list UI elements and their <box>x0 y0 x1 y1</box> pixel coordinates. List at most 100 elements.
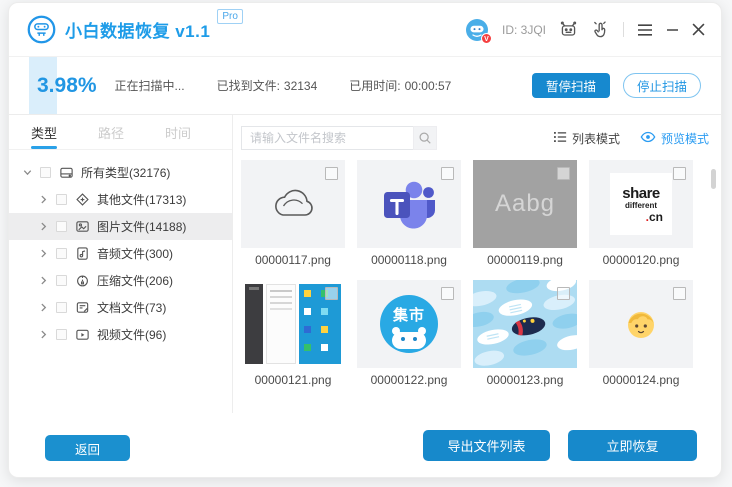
file-card[interactable]: 00000117.png <box>241 160 345 267</box>
search-button[interactable] <box>413 126 437 150</box>
chevron-right-icon[interactable] <box>37 248 49 259</box>
tree-item-label: 其他文件(17313) <box>97 193 187 207</box>
pause-scan-button[interactable]: 暂停扫描 <box>531 73 610 98</box>
recover-now-button[interactable]: 立即恢复 <box>568 429 697 461</box>
file-checkbox[interactable] <box>673 167 686 180</box>
font-sample-thumb[interactable]: Aabg <box>473 160 577 248</box>
file-checkbox[interactable] <box>325 167 338 180</box>
file-name: 00000122.png <box>370 373 448 387</box>
back-button[interactable]: 返回 <box>45 435 130 461</box>
tree-checkbox[interactable] <box>56 248 67 259</box>
robot-assistant-icon[interactable] <box>559 20 578 39</box>
file-checkbox[interactable] <box>557 287 570 300</box>
jishi-mascot-thumb[interactable]: 集市 <box>357 280 461 368</box>
tree-item[interactable]: 压缩文件(206) <box>9 267 232 294</box>
tab-type[interactable]: 类型 <box>31 115 58 149</box>
file-card[interactable]: share different .cn 00000120.png <box>589 160 693 267</box>
file-card[interactable]: 集市 00000122.png <box>357 280 461 387</box>
file-checkbox[interactable] <box>325 287 338 300</box>
tree-item-label: 图片文件(14188) <box>97 220 187 234</box>
touch-click-icon[interactable] <box>591 20 610 39</box>
search-box <box>241 126 437 150</box>
app-logo-robot-icon <box>27 15 56 44</box>
results-panel: 列表模式 预览模式 00000117.png 00000118.pngAabg 00… <box>233 115 721 413</box>
file-name: 00000124.png <box>602 373 680 387</box>
menu-icon[interactable] <box>637 23 653 37</box>
sidebar-tabs: 类型 路径 时间 <box>9 115 232 150</box>
scan-progress-bar: 3.98% 正在扫描中... 已找到文件: 32134 已用时间: 00:00:57… <box>9 57 721 115</box>
file-name: 00000120.png <box>602 253 680 267</box>
tree-checkbox[interactable] <box>40 167 51 178</box>
chevron-right-icon[interactable] <box>37 329 49 340</box>
file-card[interactable]: 00000118.png <box>357 160 461 267</box>
tab-time[interactable]: 时间 <box>165 115 191 149</box>
files-found-stat: 已找到文件: 32134 <box>217 77 318 94</box>
minimize-icon[interactable] <box>666 28 679 32</box>
file-checkbox[interactable] <box>557 167 570 180</box>
tree-checkbox[interactable] <box>56 275 67 286</box>
fish-pattern-thumb[interactable] <box>473 280 577 368</box>
close-icon[interactable] <box>692 23 705 36</box>
app-window: 小白数据恢复 v1.1 Pro V ID: 3JQI 3.98% 正在扫描中..… <box>8 2 722 478</box>
app-title: 小白数据恢复 v1.1 <box>65 22 211 41</box>
audio-file-icon <box>74 246 90 261</box>
user-id: ID: 3JQI <box>501 22 546 37</box>
file-checkbox[interactable] <box>441 287 454 300</box>
results-toolbar: 列表模式 预览模式 <box>241 124 709 152</box>
tree-checkbox[interactable] <box>56 221 67 232</box>
elapsed-time-stat: 已用时间: 00:00:57 <box>349 77 451 94</box>
chevron-right-icon[interactable] <box>37 194 49 205</box>
tab-path[interactable]: 路径 <box>98 115 124 149</box>
tree-item[interactable]: 所有类型(32176) <box>9 159 232 186</box>
avatar-version-badge: V <box>480 32 492 44</box>
list-mode-toggle[interactable]: 列表模式 <box>553 130 620 147</box>
eye-icon <box>640 131 656 146</box>
tree-checkbox[interactable] <box>56 329 67 340</box>
file-type-tree: 所有类型(32176) 其他文件(17313) 图片文件(14188) 音频文件(30… <box>9 150 232 348</box>
file-card[interactable]: 00000124.png <box>589 280 693 387</box>
list-icon <box>553 130 567 147</box>
file-name: 00000123.png <box>486 373 564 387</box>
disk-icon <box>58 165 74 180</box>
tree-item[interactable]: 图片文件(14188) <box>9 213 232 240</box>
file-checkbox[interactable] <box>441 167 454 180</box>
file-card[interactable]: 00000121.png <box>241 280 345 387</box>
stop-scan-button[interactable]: 停止扫描 <box>622 73 701 98</box>
preview-mode-toggle[interactable]: 预览模式 <box>640 130 709 147</box>
sidebar: 类型 路径 时间 所有类型(32176) 其他文件(17313) 图片文件(1418… <box>9 115 233 413</box>
tree-item-label: 所有类型(32176) <box>81 166 171 180</box>
files-found-label: 已找到文件: <box>216 79 280 93</box>
image-file-icon <box>74 219 90 234</box>
share-cn-logo-thumb[interactable]: share different .cn <box>589 160 693 248</box>
file-name: 00000121.png <box>254 373 332 387</box>
pro-badge: Pro <box>217 9 243 24</box>
chevron-down-icon[interactable] <box>21 167 33 178</box>
tree-item[interactable]: 音频文件(300) <box>9 240 232 267</box>
file-checkbox[interactable] <box>673 287 686 300</box>
file-card[interactable]: 00000123.png <box>473 280 577 387</box>
file-name: 00000119.png <box>487 253 563 267</box>
tree-item[interactable]: 文档文件(73) <box>9 294 232 321</box>
search-input[interactable] <box>241 126 413 150</box>
tree-checkbox[interactable] <box>56 302 67 313</box>
tree-item-label: 压缩文件(206) <box>97 274 174 288</box>
user-avatar[interactable]: V <box>465 18 492 44</box>
zip-file-icon <box>74 273 90 288</box>
tree-checkbox[interactable] <box>56 194 67 205</box>
tree-item[interactable]: 其他文件(17313) <box>9 186 232 213</box>
file-card[interactable]: Aabg 00000119.png <box>473 160 577 267</box>
chevron-right-icon[interactable] <box>37 275 49 286</box>
child-emoji-thumb[interactable] <box>589 280 693 368</box>
grid-scrollbar[interactable] <box>711 169 716 189</box>
desktop-screenshot-thumb[interactable] <box>241 280 345 368</box>
footer-bar: 返回 导出文件列表 立即恢复 <box>9 413 721 477</box>
tree-item-label: 文档文件(73) <box>97 301 167 315</box>
preview-mode-label: 预览模式 <box>660 131 709 146</box>
chevron-right-icon[interactable] <box>37 221 49 232</box>
teams-logo-thumb[interactable] <box>357 160 461 248</box>
file-name: 00000117.png <box>255 253 331 267</box>
export-file-list-button[interactable]: 导出文件列表 <box>423 429 550 461</box>
cloud-outline-thumb[interactable] <box>241 160 345 248</box>
tree-item[interactable]: 视频文件(96) <box>9 321 232 348</box>
chevron-right-icon[interactable] <box>37 302 49 313</box>
